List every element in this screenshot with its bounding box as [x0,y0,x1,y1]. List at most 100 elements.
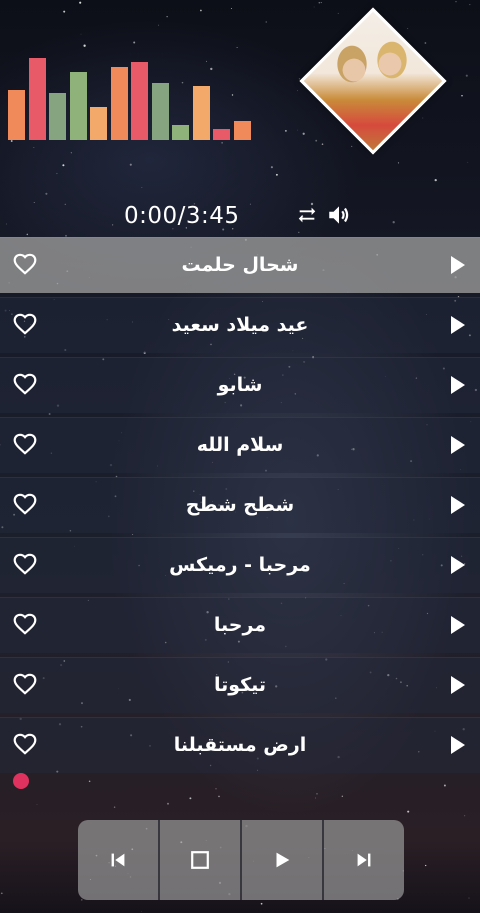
star [33,147,35,148]
star [425,864,427,867]
star [167,802,169,805]
star [62,164,65,167]
visualizer-bar [233,121,251,140]
star [302,132,305,135]
star [10,140,13,142]
star [6,223,7,225]
play-triangle-icon[interactable] [451,616,465,634]
heart-outline-icon[interactable] [11,611,39,637]
audio-visualizer [8,58,256,140]
star [113,806,116,808]
star [215,788,217,790]
star [467,161,469,163]
stop-button[interactable] [158,820,240,900]
visualizer-bar [172,125,189,140]
star [455,1,457,3]
star [321,143,324,145]
play-triangle-icon[interactable] [451,376,465,394]
star [133,41,136,44]
song-row[interactable]: تيكوتا [0,657,480,713]
star [315,139,318,142]
skip-next-icon [357,853,371,867]
time-display: 0:00/3:45 [124,203,240,229]
star [83,44,86,47]
song-title: تيكوتا [213,674,267,696]
visualizer-bar [8,90,25,140]
song-title: شابو [217,374,263,396]
volume-icon[interactable] [326,202,352,228]
song-row[interactable]: سلام الله [0,417,480,473]
song-row[interactable]: مرحبا [0,597,480,653]
star [200,9,202,12]
star [63,10,66,13]
song-title: شحال حلمت [181,254,299,276]
star [111,224,114,226]
star [397,162,400,164]
star [315,797,317,799]
heart-outline-icon[interactable] [11,491,39,517]
heart-outline-icon[interactable] [11,671,39,697]
play-triangle-icon[interactable] [451,496,465,514]
play-triangle-icon[interactable] [451,436,465,454]
skip-previous-icon [111,853,125,867]
album-art-image [299,7,447,155]
star [48,413,51,415]
song-row[interactable]: شحال حلمت [0,237,480,293]
song-row[interactable]: شطح شطح [0,477,480,533]
star [36,804,38,805]
star [341,795,343,797]
star [297,129,298,131]
star [422,117,424,119]
star [132,534,134,535]
star [81,899,83,901]
next-button[interactable] [322,820,404,900]
star [79,1,82,4]
play-triangle-icon[interactable] [451,556,465,574]
star [265,21,267,23]
play-triangle-icon[interactable] [451,316,465,334]
star [320,2,322,4]
star [140,911,142,913]
song-row[interactable]: عيد ميلاد سعيد [0,297,480,353]
star [468,897,470,899]
star [230,8,232,9]
visualizer-bar [28,58,46,140]
star [236,46,238,49]
song-title: مرحبا [213,614,267,636]
song-title: شطح شطح [185,494,295,516]
heart-outline-icon[interactable] [11,731,39,757]
heart-outline-icon[interactable] [11,551,39,577]
page-indicator-dot [13,773,29,789]
star [270,166,273,169]
star [221,142,223,144]
visualizer-bar [192,86,210,140]
repeat-icon[interactable] [296,204,318,226]
song-row[interactable]: مرحبا - رميكس [0,537,480,593]
play-triangle-icon[interactable] [451,736,465,754]
heart-outline-icon[interactable] [11,251,39,277]
play-triangle-icon[interactable] [451,256,465,274]
star [56,172,58,175]
star [284,129,287,132]
star [297,90,298,92]
visualizer-bar [90,107,107,140]
heart-outline-icon[interactable] [11,371,39,397]
play-button[interactable] [240,820,322,900]
star [407,28,409,29]
song-row[interactable]: ارض مستقبلنا [0,717,480,773]
song-title: عيد ميلاد سعيد [171,314,309,336]
heart-outline-icon[interactable] [11,431,39,457]
star [275,173,278,176]
visualizer-bar [69,72,87,140]
star [70,152,72,154]
star [189,797,192,800]
song-row[interactable]: شابو [0,357,480,413]
play-triangle-icon[interactable] [451,676,465,694]
star [464,815,466,817]
star [80,33,82,35]
song-title: مرحبا - رميكس [169,554,311,576]
star [298,231,300,234]
heart-outline-icon[interactable] [11,311,39,337]
star [166,16,168,18]
previous-button[interactable] [78,820,158,900]
